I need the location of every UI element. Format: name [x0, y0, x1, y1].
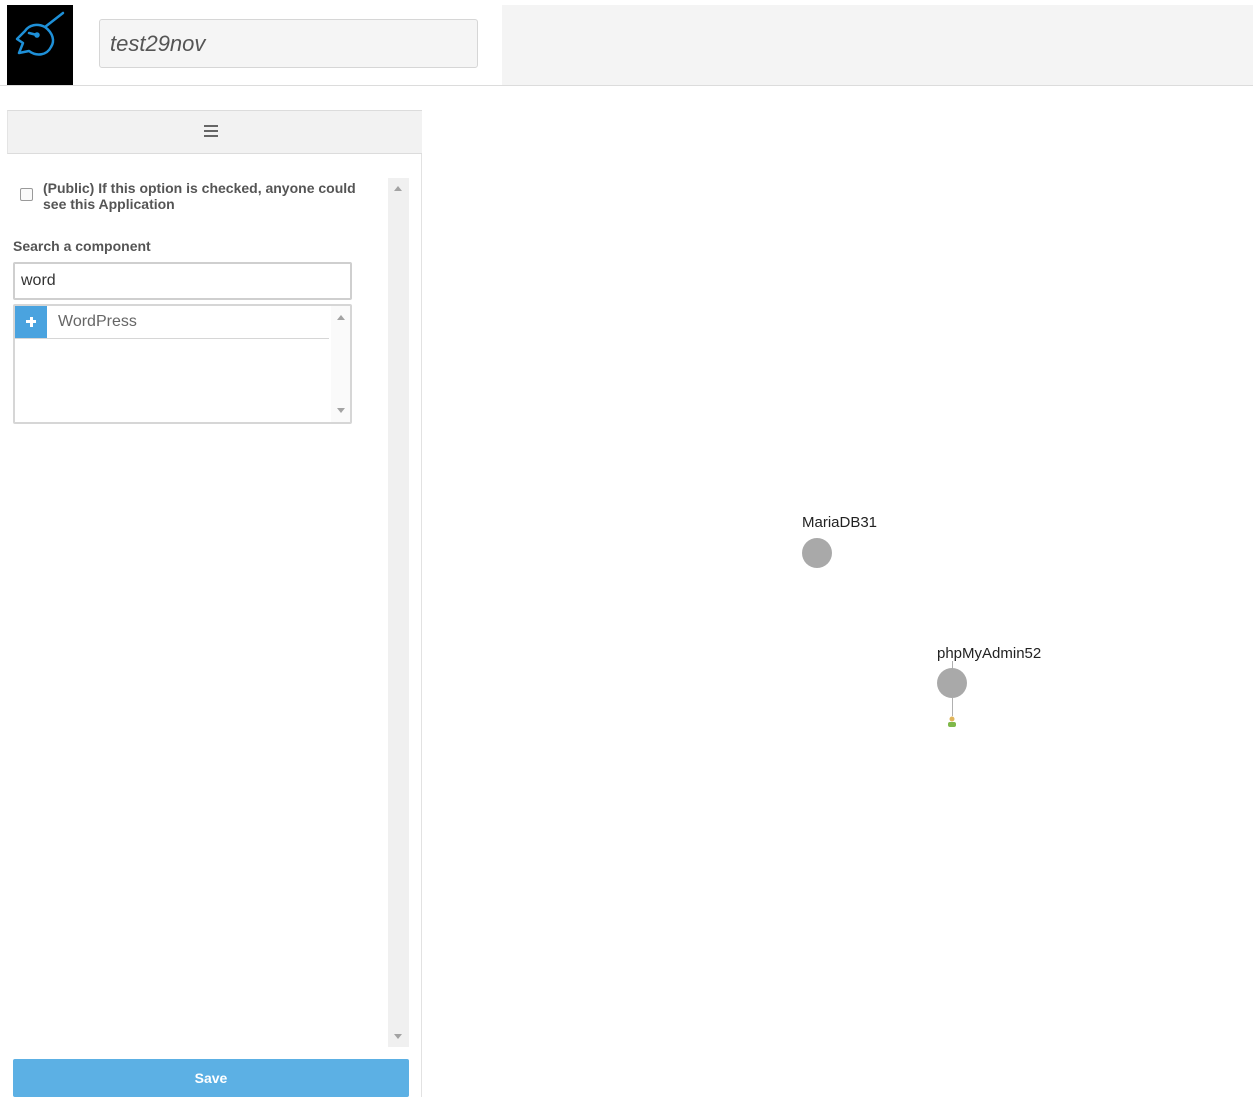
search-results-list: WordPress: [13, 304, 352, 424]
header-bar: [0, 0, 1253, 86]
scroll-up-arrow-icon[interactable]: [337, 315, 345, 320]
unicorn-logo-icon[interactable]: [7, 5, 73, 85]
scroll-up-arrow-icon[interactable]: [394, 186, 402, 191]
save-button[interactable]: Save: [13, 1059, 409, 1097]
node-circle[interactable]: [802, 538, 832, 568]
sidebar-toolbar: [7, 110, 422, 154]
public-checkbox[interactable]: [20, 188, 33, 201]
search-component-input[interactable]: [13, 262, 352, 300]
application-canvas[interactable]: MariaDB31 phpMyAdmin52: [423, 86, 1253, 1097]
public-option-label: (Public) If this option is checked, anyo…: [43, 180, 356, 212]
node-label: MariaDB31: [802, 514, 878, 531]
hamburger-menu-icon[interactable]: [204, 125, 220, 139]
node-label: phpMyAdmin52: [937, 645, 1042, 662]
sidebar-scrollbar[interactable]: [388, 178, 409, 1047]
results-scrollbar[interactable]: [331, 306, 350, 422]
result-label: WordPress: [58, 313, 137, 330]
sidebar-panel: (Public) If this option is checked, anyo…: [7, 110, 422, 1097]
search-component-label: Search a component: [13, 238, 151, 254]
plus-icon[interactable]: [15, 306, 47, 338]
port-icon[interactable]: [947, 715, 957, 727]
node-circle[interactable]: [937, 668, 967, 698]
list-item-wordpress[interactable]: WordPress: [15, 306, 329, 339]
connector-line: [952, 698, 953, 716]
header-toolbar-area: [502, 5, 1253, 85]
scroll-down-arrow-icon[interactable]: [394, 1034, 402, 1039]
scroll-down-arrow-icon[interactable]: [337, 408, 345, 413]
app-name-input[interactable]: [99, 19, 478, 68]
